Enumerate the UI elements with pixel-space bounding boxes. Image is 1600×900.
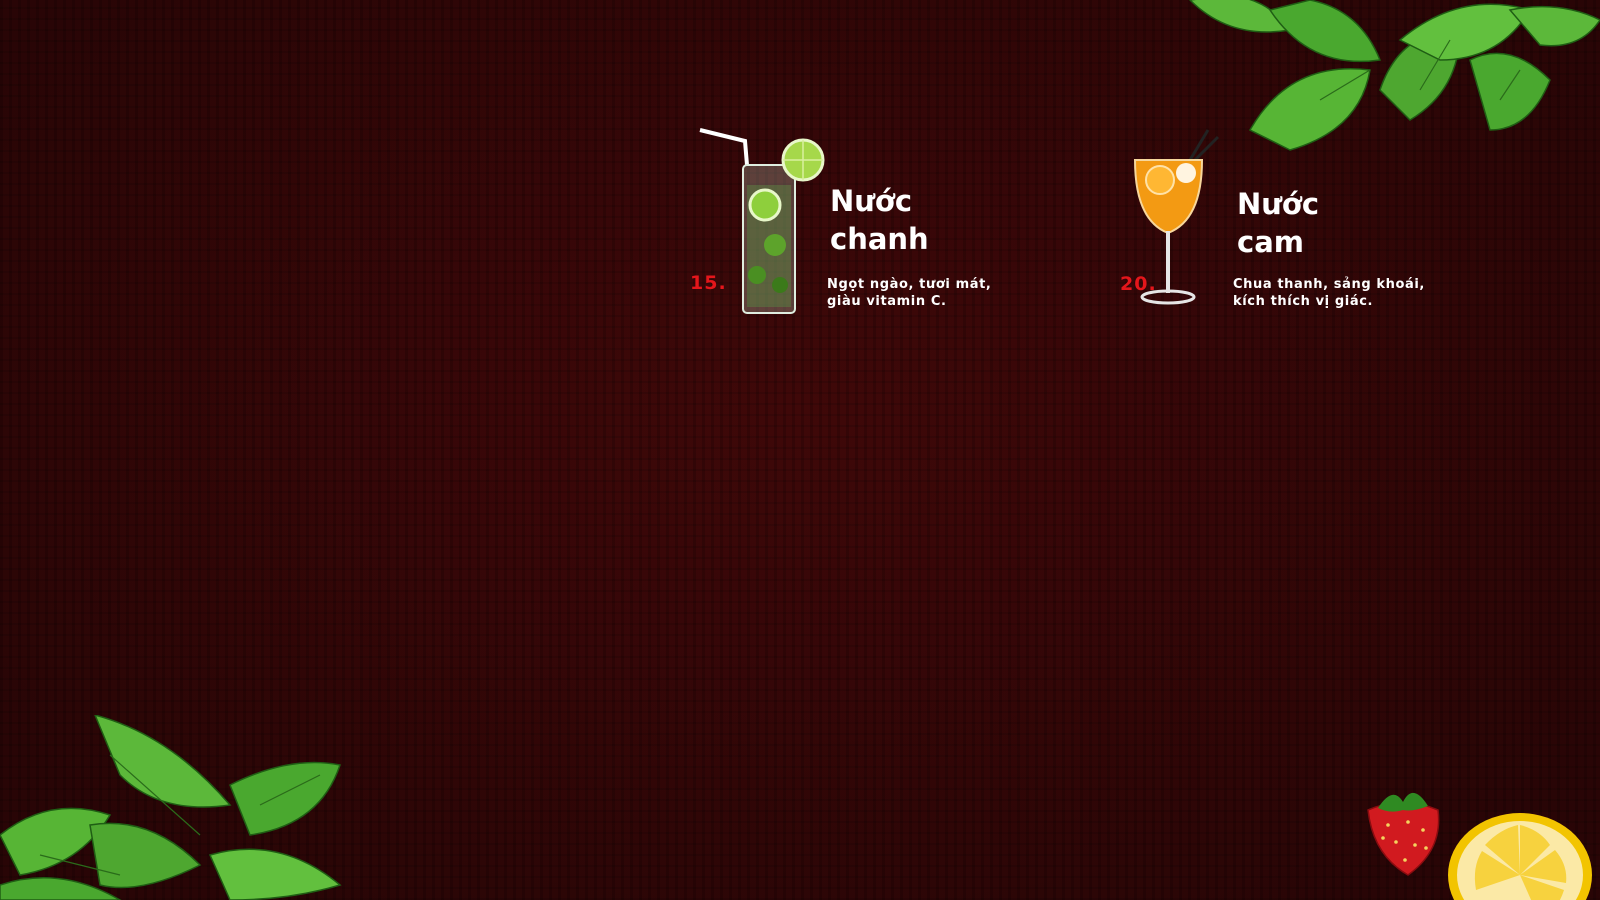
menu-item-title: Nước chanh: [830, 184, 929, 256]
lemon-slice-icon: [1448, 813, 1592, 900]
mint-leaves-icon: [1188, 0, 1600, 151]
menu-item-description: Chua thanh, sảng khoái, kích thích vị gi…: [1233, 277, 1425, 309]
menu-item-title: Nước cam: [1237, 187, 1320, 259]
strawberry-icon: [1367, 792, 1440, 876]
lemonade-glass-icon: [699, 128, 825, 314]
mint-leaves-icon: [0, 715, 342, 900]
menu-item-description: Ngọt ngào, tươi mát, giàu vitamin C.: [827, 277, 992, 309]
orange-cocktail-glass-icon: [1133, 129, 1220, 305]
